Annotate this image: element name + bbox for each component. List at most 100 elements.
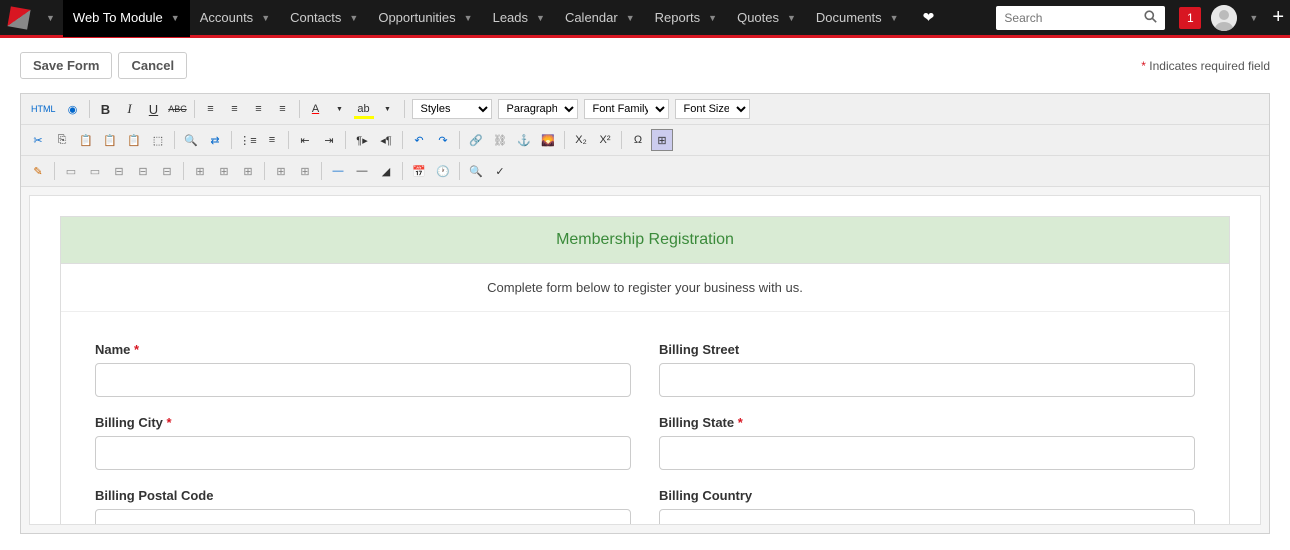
html-button[interactable]: HTML xyxy=(27,98,60,120)
insert-col-before-icon[interactable]: ⊞ xyxy=(189,160,211,182)
paragraph-select[interactable]: Paragraph xyxy=(498,99,578,119)
bullet-list-icon[interactable]: ⋮≡ xyxy=(237,129,259,151)
bold-icon[interactable]: B xyxy=(95,98,117,120)
link-icon[interactable]: 🔗 xyxy=(465,129,487,151)
save-button[interactable]: Save Form xyxy=(20,52,112,79)
editor: HTML ◉ B I U ABC ≡ ≡ ≡ ≡ A ▼ ab ▼ Styles… xyxy=(20,93,1270,534)
ltr-icon[interactable]: ¶▸ xyxy=(351,129,373,151)
nav-item-accounts[interactable]: Accounts▼ xyxy=(190,0,280,37)
field-input[interactable] xyxy=(95,509,631,524)
logo[interactable] xyxy=(0,0,38,37)
logo-dropdown[interactable]: ▼ xyxy=(38,13,63,23)
char-icon[interactable]: Ω xyxy=(627,129,649,151)
field-input[interactable] xyxy=(659,509,1195,524)
field-input[interactable] xyxy=(659,363,1195,397)
insert-col-after-icon[interactable]: ⊞ xyxy=(213,160,235,182)
indent-icon[interactable]: ⇥ xyxy=(318,129,340,151)
row-props-icon[interactable]: ▭ xyxy=(60,160,82,182)
nav-web-to-module[interactable]: Web To Module ▼ xyxy=(63,0,190,37)
edit-table-icon[interactable]: ✎ xyxy=(27,160,49,182)
date-icon[interactable]: 📅 xyxy=(408,160,430,182)
sup-icon[interactable]: X² xyxy=(594,129,616,151)
fontsize-select[interactable]: Font Size xyxy=(675,99,750,119)
paste-word-icon[interactable]: 📋 xyxy=(123,129,145,151)
add-icon[interactable]: + xyxy=(1266,6,1290,29)
top-nav: ▼ Web To Module ▼ Accounts▼Contacts▼Oppo… xyxy=(0,0,1290,38)
nav-item-reports[interactable]: Reports▼ xyxy=(645,0,727,37)
underline-icon[interactable]: U xyxy=(143,98,165,120)
notification-badge[interactable]: 1 xyxy=(1179,7,1201,29)
field-input[interactable] xyxy=(95,436,631,470)
delete-col-icon[interactable]: ⊞ xyxy=(237,160,259,182)
cancel-button[interactable]: Cancel xyxy=(118,52,187,79)
replace-icon[interactable]: ⇄ xyxy=(204,129,226,151)
nav-more[interactable]: ❤ xyxy=(909,0,949,37)
undo-icon[interactable]: ↶ xyxy=(408,129,430,151)
avatar[interactable] xyxy=(1211,5,1237,31)
italic-icon[interactable]: I xyxy=(119,98,141,120)
search-box xyxy=(996,6,1165,30)
sub-icon[interactable]: X₂ xyxy=(570,129,592,151)
remove-format-icon[interactable]: — xyxy=(351,160,373,182)
help-icon[interactable]: ◉ xyxy=(62,98,84,120)
form-field: Billing State * xyxy=(645,415,1209,488)
search-icon[interactable] xyxy=(1136,10,1165,26)
chevron-down-icon: ▼ xyxy=(536,13,545,23)
field-input[interactable] xyxy=(659,436,1195,470)
nav-item-calendar[interactable]: Calendar▼ xyxy=(555,0,645,37)
editor-body: Membership Registration Complete form be… xyxy=(29,195,1261,525)
field-input[interactable] xyxy=(95,363,631,397)
time-icon[interactable]: 🕐 xyxy=(432,160,454,182)
copy-icon[interactable]: ⎘ xyxy=(51,129,73,151)
outdent-icon[interactable]: ⇤ xyxy=(294,129,316,151)
highlight-dd-icon[interactable]: ▼ xyxy=(377,98,399,120)
number-list-icon[interactable]: ≡ xyxy=(261,129,283,151)
strike-icon[interactable]: ABC xyxy=(167,98,189,120)
insert-row-after-icon[interactable]: ⊟ xyxy=(132,160,154,182)
form-title: Membership Registration xyxy=(61,217,1229,264)
cut-icon[interactable]: ✂ xyxy=(27,129,49,151)
eraser-icon[interactable]: ◢ xyxy=(375,160,397,182)
styles-select[interactable]: Styles xyxy=(412,99,492,119)
nav-item-opportunities[interactable]: Opportunities▼ xyxy=(368,0,482,37)
editor-toolbar-row2: ✂ ⎘ 📋 📋 📋 ⬚ 🔍 ⇄ ⋮≡ ≡ ⇤ ⇥ ¶▸ ◂¶ ↶ ↷ 🔗 ⛓ ⚓… xyxy=(21,125,1269,156)
spell-icon[interactable]: ✓ xyxy=(489,160,511,182)
field-label: Name * xyxy=(95,342,631,357)
find-icon[interactable]: 🔍 xyxy=(180,129,202,151)
align-right-icon[interactable]: ≡ xyxy=(248,98,270,120)
insert-row-before-icon[interactable]: ⊟ xyxy=(108,160,130,182)
text-color-icon[interactable]: A xyxy=(305,98,327,120)
form-field: Billing City * xyxy=(81,415,645,488)
rtl-icon[interactable]: ◂¶ xyxy=(375,129,397,151)
paste-icon[interactable]: 📋 xyxy=(75,129,97,151)
cell-props-icon[interactable]: ▭ xyxy=(84,160,106,182)
chevron-down-icon: ▼ xyxy=(171,13,180,23)
select-all-icon[interactable]: ⬚ xyxy=(147,129,169,151)
unlink-icon[interactable]: ⛓ xyxy=(489,129,511,151)
hr-icon[interactable]: — xyxy=(327,160,349,182)
nav-item-contacts[interactable]: Contacts▼ xyxy=(280,0,368,37)
anchor-icon[interactable]: ⚓ xyxy=(513,129,535,151)
align-justify-icon[interactable]: ≡ xyxy=(272,98,294,120)
nav-item-quotes[interactable]: Quotes▼ xyxy=(727,0,806,37)
highlight-icon[interactable]: ab xyxy=(353,98,375,120)
nav-item-documents[interactable]: Documents▼ xyxy=(806,0,909,37)
table-icon[interactable]: ⊞ xyxy=(651,129,673,151)
delete-row-icon[interactable]: ⊟ xyxy=(156,160,178,182)
redo-icon[interactable]: ↷ xyxy=(432,129,454,151)
color-dd-icon[interactable]: ▼ xyxy=(329,98,351,120)
align-left-icon[interactable]: ≡ xyxy=(200,98,222,120)
merge-cells-icon[interactable]: ⊞ xyxy=(270,160,292,182)
editor-content[interactable]: Membership Registration Complete form be… xyxy=(30,196,1260,524)
fontfamily-select[interactable]: Font Family xyxy=(584,99,669,119)
search-input[interactable] xyxy=(996,11,1136,25)
avatar-dropdown[interactable]: ▼ xyxy=(1241,13,1266,23)
chevron-down-icon: ▼ xyxy=(787,13,796,23)
paste-text-icon[interactable]: 📋 xyxy=(99,129,121,151)
preview-icon[interactable]: 🔍 xyxy=(465,160,487,182)
image-icon[interactable]: 🌄 xyxy=(537,129,559,151)
align-center-icon[interactable]: ≡ xyxy=(224,98,246,120)
split-cells-icon[interactable]: ⊞ xyxy=(294,160,316,182)
chevron-down-icon: ▼ xyxy=(708,13,717,23)
nav-item-leads[interactable]: Leads▼ xyxy=(483,0,555,37)
